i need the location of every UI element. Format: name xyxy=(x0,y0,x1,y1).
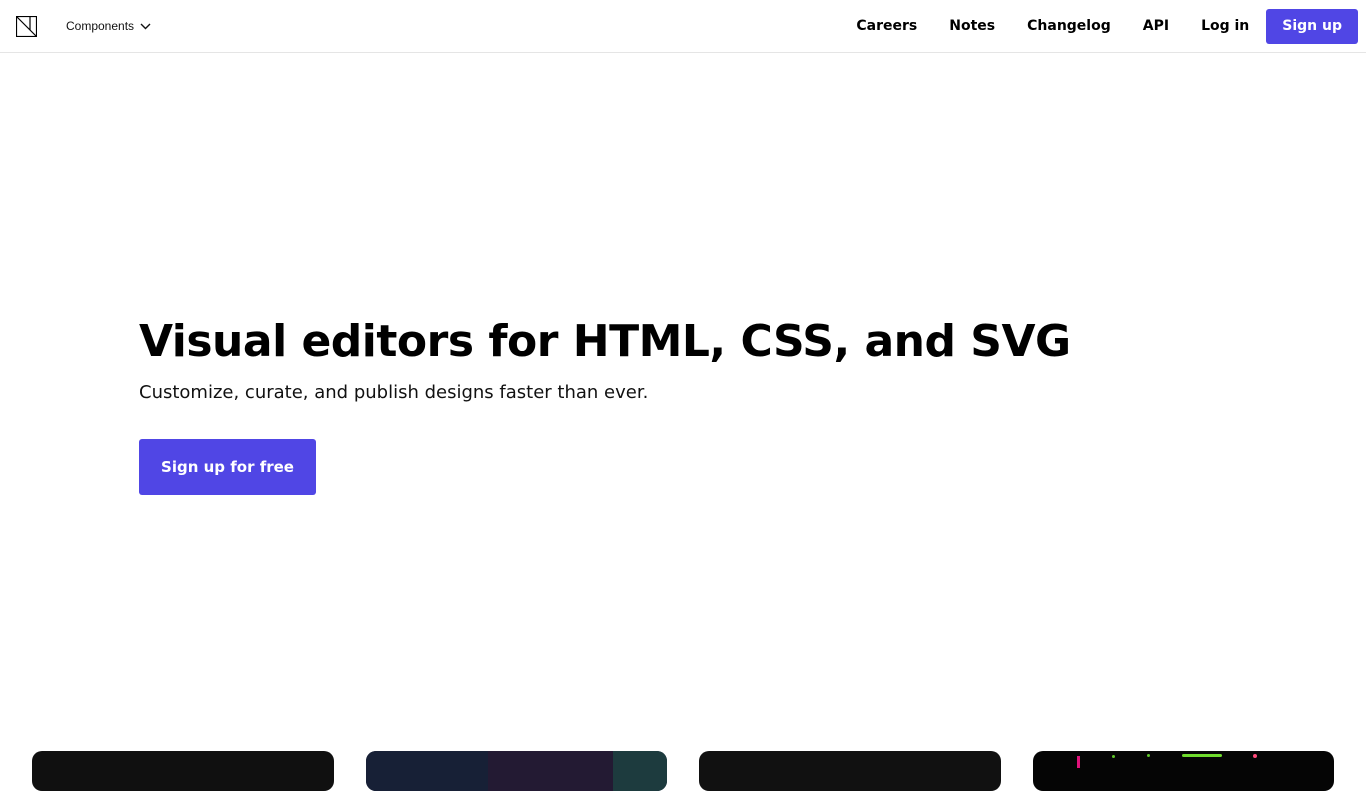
preview-card-decoration xyxy=(1253,754,1257,758)
nav-link-notes[interactable]: Notes xyxy=(933,9,1011,44)
preview-card[interactable] xyxy=(32,751,334,791)
components-dropdown[interactable]: Components xyxy=(66,18,151,34)
hero-subtitle: Customize, curate, and publish designs f… xyxy=(139,382,649,403)
nav-link-changelog[interactable]: Changelog xyxy=(1011,9,1127,44)
hero-title: Visual editors for HTML, CSS, and SVG xyxy=(139,316,1071,367)
preview-card-decoration xyxy=(1112,755,1115,758)
preview-card[interactable] xyxy=(366,751,667,791)
preview-card-segment xyxy=(488,751,613,791)
preview-card-segment xyxy=(613,751,667,791)
preview-card-decoration xyxy=(1077,756,1080,768)
top-navigation-bar: Components Careers Notes Changelog API L… xyxy=(0,0,1366,53)
nav-link-careers[interactable]: Careers xyxy=(840,9,933,44)
preview-card[interactable] xyxy=(1033,751,1334,791)
signup-for-free-button[interactable]: Sign up for free xyxy=(139,439,316,495)
hero-section: Visual editors for HTML, CSS, and SVG Cu… xyxy=(139,310,1239,495)
components-dropdown-label: Components xyxy=(66,19,135,33)
chevron-down-icon xyxy=(140,23,151,29)
main-nav: Careers Notes Changelog API Log in Sign … xyxy=(840,9,1358,44)
preview-card-segment xyxy=(366,751,488,791)
preview-card[interactable] xyxy=(699,751,1001,791)
nav-link-login[interactable]: Log in xyxy=(1185,9,1265,44)
preview-card-decoration xyxy=(1147,754,1150,757)
nav-link-api[interactable]: API xyxy=(1127,9,1185,44)
preview-cards-row xyxy=(0,751,1366,791)
preview-card-decoration xyxy=(1182,754,1222,757)
signup-button[interactable]: Sign up xyxy=(1266,9,1358,44)
logo-mark-icon[interactable] xyxy=(16,16,37,37)
